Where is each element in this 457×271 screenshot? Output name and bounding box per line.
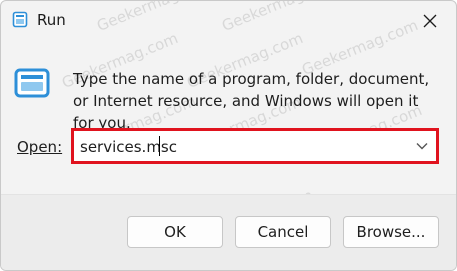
text-caret — [159, 136, 160, 156]
run-dialog: Geekermag.com Geekermag.com Geekermag.co… — [0, 0, 457, 271]
close-button[interactable] — [415, 7, 445, 35]
dialog-message: Type the name of a program, folder, docu… — [73, 70, 430, 132]
watermark: Geekermag.com — [94, 0, 216, 35]
chevron-down-icon — [416, 143, 428, 150]
watermark: Geekermag.com — [219, 0, 341, 35]
run-icon — [12, 11, 28, 28]
browse-button[interactable]: Browse... — [343, 216, 439, 248]
open-label: Open: — [17, 138, 62, 156]
close-icon — [423, 14, 437, 28]
window-title: Run — [37, 11, 66, 29]
open-input[interactable] — [80, 135, 410, 159]
open-combobox[interactable] — [71, 128, 439, 164]
run-icon — [14, 68, 50, 98]
open-label-text: Open: — [17, 138, 63, 156]
dropdown-button[interactable] — [414, 138, 430, 154]
cancel-button[interactable]: Cancel — [235, 216, 331, 248]
ok-button[interactable]: OK — [127, 216, 223, 248]
button-bar: OK Cancel Browse... — [1, 194, 456, 270]
